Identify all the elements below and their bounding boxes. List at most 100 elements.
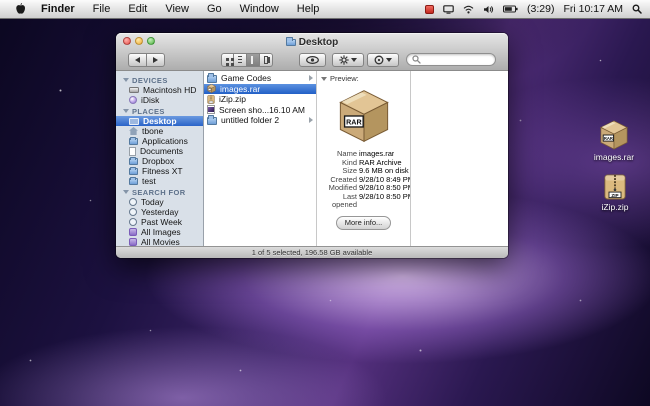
smart-folder-icon [129, 228, 137, 236]
column-view-button[interactable] [247, 53, 260, 67]
file-name: iZip.zip [219, 94, 246, 104]
battery-icon[interactable] [503, 5, 518, 13]
nav-buttons [128, 53, 165, 67]
search-input[interactable] [421, 55, 490, 65]
volume-icon[interactable] [483, 5, 494, 14]
sidebar-section-places[interactable]: PLACES [116, 105, 203, 116]
desktop-icon-izip-zip[interactable]: ZIP iZip.zip [586, 174, 644, 212]
zip-badge-text: ZIP [611, 193, 618, 198]
list-view-button[interactable] [234, 53, 247, 67]
sidebar-item-all-images[interactable]: All Images [116, 227, 203, 237]
file-row-izip-zip[interactable]: iZip.zip [204, 94, 316, 105]
sidebar-item-desktop[interactable]: Desktop [116, 116, 203, 126]
info-value: 9/28/10 8:50 PM [359, 193, 410, 210]
rar-archive-icon-large: RAR [337, 89, 391, 143]
hard-drive-icon [129, 87, 139, 93]
sidebar-item-label: All Images [141, 227, 181, 237]
empty-column [411, 71, 508, 246]
wifi-icon[interactable] [463, 5, 474, 14]
sidebar-item-label: Past Week [141, 217, 182, 227]
preview-info-row: Nameimages.rar [317, 150, 410, 159]
archive-menu-button[interactable] [367, 53, 399, 67]
disc-icon [374, 55, 384, 65]
icon-view-button[interactable] [221, 53, 234, 67]
sidebar-item-past-week[interactable]: Past Week [116, 217, 203, 227]
preview-info-row: KindRAR Archive [317, 159, 410, 168]
info-value: images.rar [359, 150, 394, 159]
quick-look-button[interactable] [299, 53, 326, 67]
folder-icon [129, 168, 138, 175]
clock-icon [129, 218, 137, 226]
file-row-untitled-folder-2[interactable]: untitled folder 2 [204, 115, 316, 126]
action-menu-button[interactable] [332, 53, 364, 67]
sidebar-item-dropbox[interactable]: Dropbox [116, 156, 203, 166]
sidebar-item-documents[interactable]: Documents [116, 146, 203, 156]
zoom-button[interactable] [147, 37, 155, 45]
sidebar-section-devices[interactable]: DEVICES [116, 74, 203, 85]
coverflow-view-button[interactable] [260, 53, 273, 67]
zip-archive-icon: ZIP [603, 174, 627, 200]
chevron-right-icon [309, 117, 313, 123]
menu-extra-app-icon[interactable] [425, 5, 434, 14]
sidebar-item-home[interactable]: tbone [116, 126, 203, 136]
view-mode-control [221, 53, 273, 67]
folder-icon [129, 178, 138, 185]
info-key: Last opened [317, 193, 357, 210]
chevron-right-icon [309, 75, 313, 81]
search-field[interactable] [406, 53, 496, 66]
back-button[interactable] [128, 53, 146, 67]
back-arrow-icon [135, 57, 140, 63]
preview-info-row: Last opened9/28/10 8:50 PM [317, 193, 410, 210]
preview-label[interactable]: Preview: [317, 74, 359, 83]
menu-clock[interactable]: Fri 10:17 AM [563, 3, 623, 15]
disclosure-triangle-icon [123, 190, 129, 194]
section-title: PLACES [132, 107, 165, 116]
sidebar-item-fitness-xt[interactable]: Fitness XT [116, 166, 203, 176]
menu-file[interactable]: File [84, 0, 120, 19]
sidebar-item-idisk[interactable]: iDisk [116, 95, 203, 105]
status-bar: 1 of 5 selected, 196.58 GB available [116, 246, 508, 258]
sidebar-item-all-movies[interactable]: All Movies [116, 237, 203, 246]
sidebar-item-today[interactable]: Today [116, 197, 203, 207]
clock-icon [129, 208, 137, 216]
sidebar-item-macintosh-hd[interactable]: Macintosh HD [116, 85, 203, 95]
more-info-button[interactable]: More info... [336, 216, 392, 230]
minimize-button[interactable] [135, 37, 143, 45]
file-name: Game Codes [221, 73, 271, 83]
close-button[interactable] [123, 37, 131, 45]
menu-finder[interactable]: Finder [32, 0, 84, 19]
forward-arrow-icon [153, 57, 158, 63]
sidebar-section-search-for[interactable]: SEARCH FOR [116, 186, 203, 197]
disclosure-triangle-icon [321, 77, 327, 81]
sidebar-item-applications[interactable]: Applications [116, 136, 203, 146]
desktop-icon-images-rar[interactable]: RAR images.rar [585, 120, 643, 162]
sidebar-item-yesterday[interactable]: Yesterday [116, 207, 203, 217]
menu-help[interactable]: Help [288, 0, 329, 19]
file-row-screenshot[interactable]: Screen sho...16.10 AM [204, 105, 316, 116]
zip-archive-icon [207, 95, 215, 104]
rar-archive-icon: RAR [599, 120, 629, 150]
finder-window: Desktop [116, 33, 508, 258]
menu-view[interactable]: View [156, 0, 198, 19]
icon-view-icon [226, 58, 229, 61]
spotlight-icon[interactable] [632, 4, 642, 14]
display-icon[interactable] [443, 5, 454, 14]
apple-menu[interactable] [8, 2, 32, 16]
file-row-images-rar[interactable]: images.rar [204, 84, 316, 95]
menu-bar-left: Finder File Edit View Go Window Help [8, 0, 328, 19]
window-header[interactable]: Desktop [116, 33, 508, 71]
file-name: images.rar [220, 84, 260, 94]
preview-label-text: Preview: [330, 74, 359, 83]
forward-button[interactable] [146, 53, 165, 67]
battery-time[interactable]: (3:29) [527, 3, 554, 15]
menu-edit[interactable]: Edit [119, 0, 156, 19]
menu-go[interactable]: Go [198, 0, 231, 19]
documents-icon [129, 147, 136, 156]
clock-icon [129, 198, 137, 206]
sidebar-item-test[interactable]: test [116, 176, 203, 186]
menu-window[interactable]: Window [231, 0, 288, 19]
search-icon [412, 55, 421, 64]
rar-badge-text: RAR [346, 118, 362, 126]
applications-folder-icon [129, 138, 138, 145]
file-row-game-codes[interactable]: Game Codes [204, 73, 316, 84]
